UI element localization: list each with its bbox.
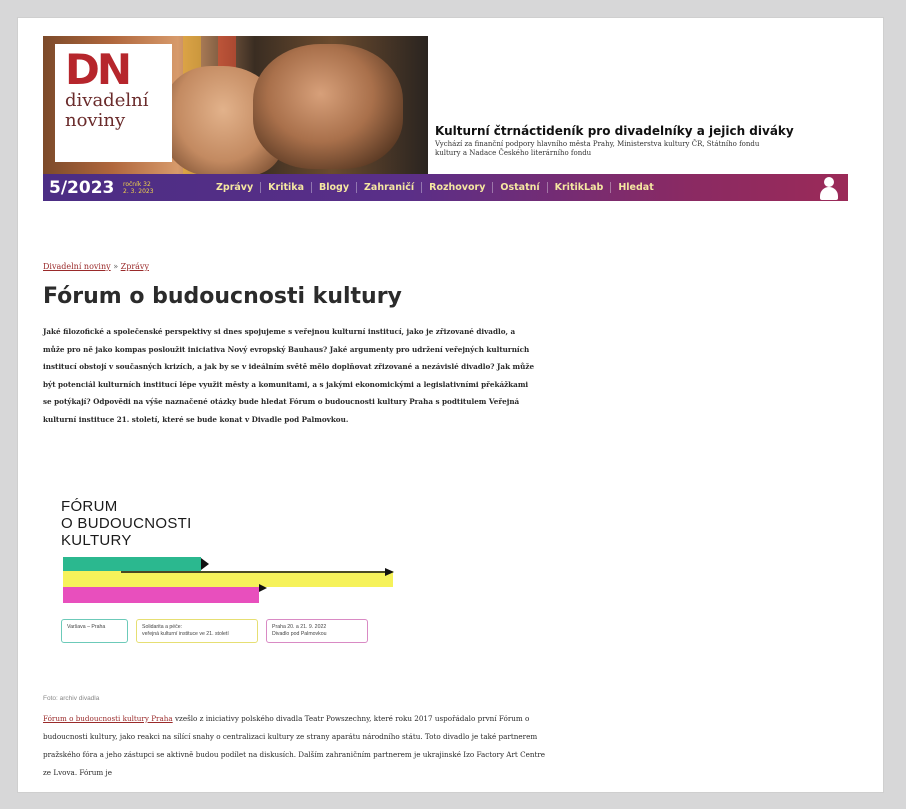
nav-item-blogy[interactable]: Blogy	[312, 182, 358, 193]
page-frame: DN divadelní noviny Kulturní čtrnáctiden…	[18, 18, 883, 792]
issue-number[interactable]: 5/2023	[49, 178, 123, 198]
nav-item-zahranici[interactable]: Zahraničí	[357, 182, 423, 193]
forum-title-line3: KULTURY	[61, 532, 132, 549]
issue-date: 2. 3. 2023	[123, 187, 154, 195]
forum-box2-line2: veřejná kulturní instituce ve 21. stolet…	[142, 631, 229, 637]
nav-item-zpravy[interactable]: Zprávy	[209, 182, 262, 193]
forum-box1-text: Varšava – Praha	[67, 624, 106, 630]
forum-link[interactable]: Fórum o budoucnosti kultury Praha	[43, 714, 173, 723]
forum-box3-line1: Praha 20. a 21. 9. 2022	[272, 624, 327, 630]
breadcrumb: Divadelní noviny » Zprávy	[43, 262, 149, 271]
article-title: Fórum o budoucnosti kultury	[43, 284, 402, 309]
forum-title-line2: O BUDOUCNOSTI	[61, 515, 192, 532]
forum-arrow-green	[201, 558, 209, 570]
site-tagline: Kulturní čtrnáctideník pro divadelníky a…	[435, 124, 848, 158]
forum-graphic: FÓRUM O BUDOUCNOSTI KULTURY Varšava – Pr…	[61, 498, 421, 643]
article-lead: Jaké filozofické a společenské perspekti…	[43, 327, 535, 424]
forum-info-boxes: Varšava – Praha Solidarita a péče: veřej…	[61, 619, 421, 643]
image-caption: Foto: archiv divadla	[43, 695, 100, 702]
forum-box-date: Praha 20. a 21. 9. 2022 Divadlo pod Palm…	[266, 619, 368, 643]
nav-item-ostatni[interactable]: Ostatní	[493, 182, 548, 193]
breadcrumb-home-link[interactable]: Divadelní noviny	[43, 262, 111, 271]
nav-item-kritika[interactable]: Kritika	[261, 182, 313, 193]
user-icon[interactable]	[818, 176, 840, 200]
banner-face	[253, 44, 403, 169]
nav-item-rozhovory[interactable]: Rozhovory	[422, 182, 494, 193]
forum-box2-line1: Solidarita a péče:	[142, 624, 183, 630]
user-icon-head	[824, 176, 834, 187]
user-icon-body	[820, 186, 838, 200]
nav-item-kritiklab[interactable]: KritikLab	[548, 182, 612, 193]
logo-mark: DN	[65, 45, 132, 94]
forum-box3-line2: Divadlo pod Palmovkou	[272, 631, 327, 637]
article-body: Fórum o budoucnosti kultury Praha vzešlo…	[43, 710, 548, 782]
breadcrumb-current-link[interactable]: Zprávy	[121, 262, 149, 271]
article-body-text: vzešlo z iniciativy polského divadla Tea…	[43, 714, 546, 777]
forum-bar-green	[63, 557, 201, 571]
main-navbar: 5/2023 ročník 32 2. 3. 2023 Zprávy Kriti…	[43, 174, 848, 201]
logo-name-line1: divadelní	[65, 90, 149, 111]
breadcrumb-separator: »	[113, 262, 119, 271]
logo-name-line2: noviny	[65, 110, 126, 131]
tagline-title: Kulturní čtrnáctideník pro divadelníky a…	[435, 124, 794, 138]
issue-volume: ročník 32	[123, 180, 151, 188]
forum-bar-pink	[63, 587, 259, 603]
header-banner-image: DN divadelní noviny	[43, 36, 428, 174]
forum-bars-graphic	[63, 557, 394, 603]
forum-bar-yellow	[63, 571, 393, 587]
forum-box-location: Varšava – Praha	[61, 619, 128, 643]
tagline-subtitle: Vychází za finanční podpory hlavního měs…	[435, 140, 760, 157]
forum-box-theme: Solidarita a péče: veřejná kulturní inst…	[136, 619, 258, 643]
issue-meta: ročník 32 2. 3. 2023	[123, 181, 203, 195]
forum-title-line1: FÓRUM	[61, 498, 118, 515]
site-logo[interactable]: DN divadelní noviny	[55, 44, 172, 162]
nav-menu: Zprávy Kritika Blogy Zahraničí Rozhovory…	[209, 182, 661, 193]
nav-item-hledat[interactable]: Hledat	[611, 182, 660, 193]
